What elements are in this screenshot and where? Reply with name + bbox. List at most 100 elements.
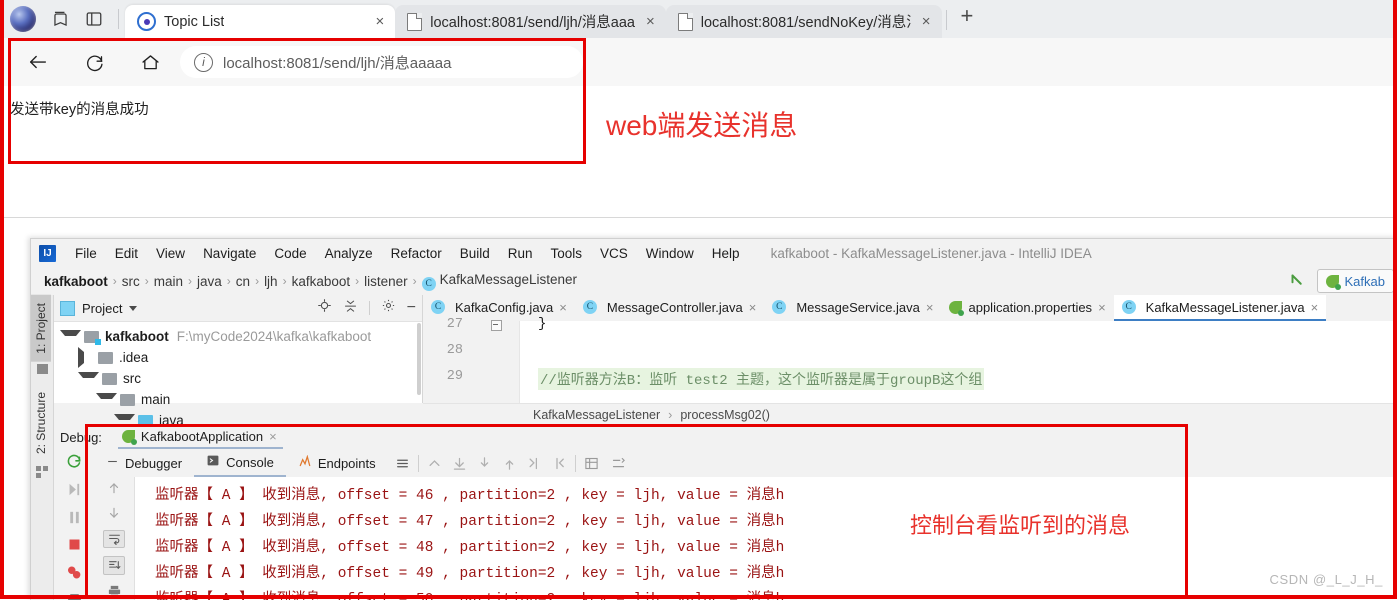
new-tab-button[interactable]: + [951,5,984,33]
menu-view[interactable]: View [147,244,194,263]
browser-tab-1[interactable]: localhost:8081/send/ljh/消息aaa × [395,5,666,38]
sidebar-item-structure[interactable]: 2: Structure [31,384,51,462]
code-editor[interactable]: 27 28 29 } //监听器方法B：监听 test2 主题，这个监听器是属于… [423,316,1397,403]
browser-tab-0[interactable]: Topic List × [125,5,396,38]
menu-file[interactable]: File [66,244,106,263]
breadcrumb-class[interactable]: C KafkaMessageListener [417,272,582,291]
breadcrumb-cn[interactable]: cn [231,274,255,289]
chevron-down-icon[interactable] [96,392,117,410]
collections-icon[interactable] [50,9,70,29]
editor-tab-application-properties[interactable]: application.properties × [941,295,1113,321]
tree-item-main[interactable]: main [60,389,422,410]
chevron-right-icon[interactable] [78,347,95,368]
step-out-icon[interactable] [426,455,443,472]
step-into-icon[interactable] [476,455,493,472]
project-icon [60,300,75,316]
breadcrumb-main[interactable]: main [149,274,188,289]
settings-icon[interactable] [381,298,396,318]
step-over-icon[interactable] [451,455,468,472]
editor-tab-kafkamessagelistener[interactable]: C KafkaMessageListener.java × [1113,295,1327,321]
menu-build[interactable]: Build [451,244,499,263]
tab-console[interactable]: Console [194,449,286,477]
tab-endpoints[interactable]: Endpoints [286,449,388,477]
breadcrumb-java[interactable]: java [192,274,227,289]
debug-session-close[interactable]: × [269,429,277,444]
console-output[interactable]: 监听器【 A 】 收到消息, offset = 46 , partition=2… [135,477,1397,600]
debug-session-tab[interactable]: KafkabootApplication × [117,425,283,449]
info-icon[interactable]: i [194,52,213,72]
chevron-down-icon[interactable] [60,329,81,347]
breadcrumb-kafkaboot-pkg[interactable]: kafkaboot [287,274,356,289]
minimize-icon[interactable]: − [407,300,416,316]
breadcrumb-listener[interactable]: listener [359,274,413,289]
menu-analyze[interactable]: Analyze [316,244,382,263]
menu-vcs[interactable]: VCS [591,244,637,263]
tree-item-kafkaboot[interactable]: kafkaboot F:\myCode2024\kafka\kafkaboot [60,326,422,347]
tree-item-idea[interactable]: .idea [60,347,422,368]
editor-tab-close[interactable]: × [559,300,567,315]
breadcrumb-src[interactable]: src [117,274,145,289]
force-step-into-icon[interactable] [501,455,518,472]
class-icon: C [772,300,787,314]
evaluate-expression-icon[interactable] [551,455,568,472]
folder-icon [98,351,113,364]
back-arrow-icon[interactable] [18,42,58,82]
scroll-to-end-icon[interactable] [103,556,125,576]
run-configuration-selector[interactable]: Kafkab [1316,269,1394,293]
pause-icon[interactable] [65,509,83,526]
editor-breadcrumb-class[interactable]: KafkaMessageListener [533,408,660,422]
home-icon[interactable] [130,42,170,82]
project-scrollbar[interactable] [417,323,421,395]
class-icon: C [421,276,436,291]
menu-help[interactable]: Help [703,244,749,263]
tab-debugger[interactable]: Debugger [94,449,194,477]
chevron-down-icon[interactable] [129,305,138,311]
split-screen-icon[interactable] [84,9,104,29]
soft-wrap-icon[interactable] [103,529,125,549]
browser-tab-close-0[interactable]: × [372,14,387,29]
chevron-down-icon[interactable] [78,371,99,389]
collapse-all-icon[interactable] [343,298,358,318]
reload-icon[interactable] [74,42,114,82]
run-to-cursor-icon[interactable] [526,455,543,472]
rerun-icon[interactable] [65,453,83,470]
menu-refactor[interactable]: Refactor [382,244,451,263]
browser-tab-2[interactable]: localhost:8081/sendNoKey/消息消 × [665,5,942,38]
menu-edit[interactable]: Edit [106,244,147,263]
editor-tab-kafkaconfig[interactable]: C KafkaConfig.java × [423,295,575,321]
menu-window[interactable]: Window [637,244,703,263]
breadcrumb-ljh[interactable]: ljh [259,274,283,289]
sidebar-item-project[interactable]: 1: Project [31,295,51,362]
browser-tab-close-1[interactable]: × [643,14,658,29]
settings-icon[interactable] [583,455,600,472]
up-arrow-icon[interactable] [104,480,124,497]
menu-icon[interactable] [394,455,411,472]
editor-tab-close[interactable]: × [749,300,757,315]
stop-icon[interactable] [65,537,83,552]
resume-icon[interactable] [65,481,83,498]
menu-navigate[interactable]: Navigate [194,244,265,263]
editor-tab-messageservice[interactable]: C MessageService.java × [764,295,941,321]
address-bar[interactable]: i localhost:8081/send/ljh/消息aaaaa [180,46,583,78]
browser-tab-title: localhost:8081/send/ljh/消息aaa [430,15,635,31]
code-text-area[interactable]: } //监听器方法B：监听 test2 主题，这个监听器是属于groupB这个组 [520,316,1397,403]
editor-breadcrumb-method[interactable]: processMsg02() [680,408,770,422]
hide-toolbar-icon[interactable] [1287,271,1307,292]
menu-run[interactable]: Run [499,244,542,263]
layout-icon[interactable] [610,455,627,472]
mute-breakpoints-icon[interactable] [65,563,83,581]
profile-avatar-icon[interactable] [10,6,36,32]
editor-tab-close[interactable]: × [926,300,934,315]
menu-tools[interactable]: Tools [542,244,592,263]
print-icon[interactable] [104,583,124,600]
editor-tab-close[interactable]: × [1098,300,1106,315]
breadcrumb-kafkaboot[interactable]: kafkaboot [39,274,113,289]
locate-icon[interactable] [317,298,332,318]
tree-item-src[interactable]: src [60,368,422,389]
down-arrow-icon[interactable] [104,505,124,522]
menu-code[interactable]: Code [265,244,315,263]
code-fold-icon[interactable] [491,320,502,331]
browser-tab-close-2[interactable]: × [919,14,934,29]
editor-tab-close[interactable]: × [1311,300,1319,315]
editor-tab-messagecontroller[interactable]: C MessageController.java × [575,295,764,321]
